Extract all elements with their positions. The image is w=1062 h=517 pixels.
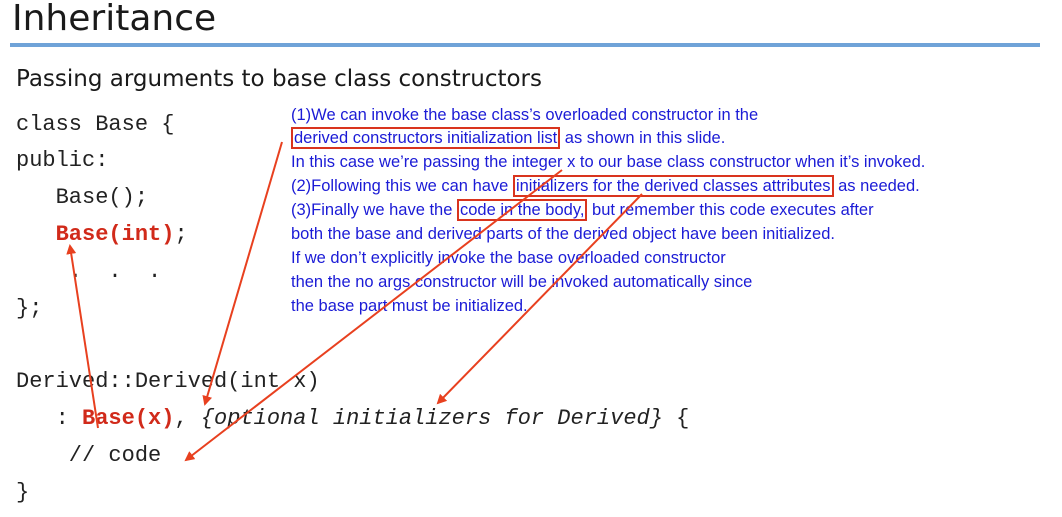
code-open-brace: { [662,406,690,431]
highlight-init-list: derived constructors initialization list [291,127,561,149]
note-text: as needed. [833,177,920,195]
note-text: (2)Following this we can have [291,177,513,195]
note-line: then the no args constructor will be inv… [291,273,753,291]
base-int-constructor: Base(int) [55,222,175,247]
note-line: If we don’t explicitly invoke the base o… [291,249,726,267]
highlight-derived-initializers: initializers for the derived classes att… [512,175,834,197]
title-underline [10,43,1040,47]
note-line: (2)Following this we can have initialize… [291,175,920,197]
code-semicolon: ; [174,222,188,247]
highlight-code-body: code in the body, [457,199,588,221]
optional-initializers: {optional initializers for Derived} [200,406,663,431]
code-line: }; [16,296,43,321]
note-line: In this case we’re passing the integer x… [291,153,926,171]
code-line: } [16,480,30,505]
note-line: (1)We can invoke the base class’s overlo… [291,106,759,124]
code-line: Derived::Derived(int x) [16,369,320,394]
code-line: Base(int); [16,222,188,248]
note-line: both the base and derived parts of the d… [291,225,835,243]
code-line: : Base(x), {optional initializers for De… [16,406,690,432]
base-x-call: Base(x) [82,406,175,431]
note-text: as shown in this slide. [560,129,726,147]
code-colon: : [16,406,83,431]
note-text: (3)Finally we have the [291,201,457,219]
code-line: . . . [16,259,162,284]
note-line: the base part must be initialized. [291,297,528,315]
code-line: // code [16,443,162,468]
slide-title: Inheritance [12,0,217,39]
code-line: Base(); [16,185,149,210]
code-comma: , [174,406,201,431]
code-line: public: [16,148,109,173]
arrow-to-base-x [202,141,283,406]
note-line: (3)Finally we have the code in the body,… [291,199,874,221]
note-text: but remember this code executes after [587,201,874,219]
note-line: derived constructors initialization list… [291,127,726,149]
slide-subtitle: Passing arguments to base class construc… [16,66,542,92]
code-line: class Base { [16,112,175,137]
